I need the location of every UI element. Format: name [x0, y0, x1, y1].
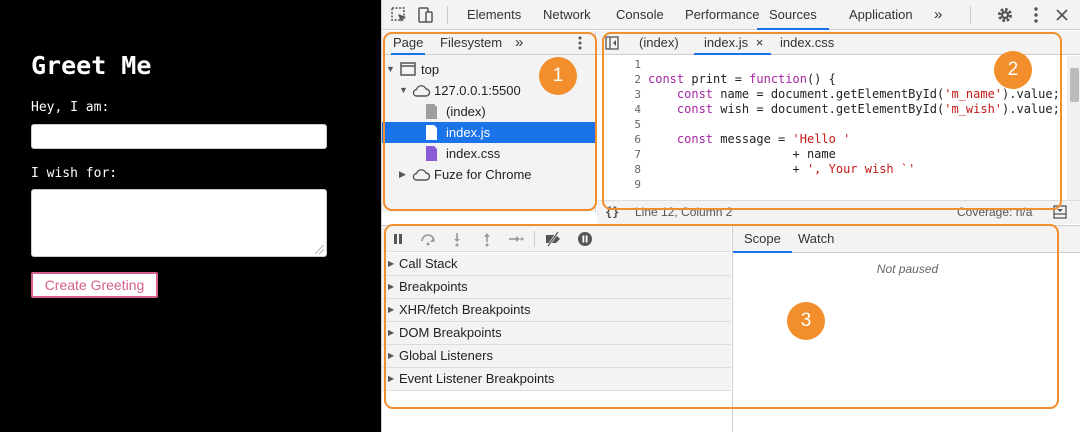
tab-elements[interactable]: Elements [467, 0, 521, 30]
tab-performance[interactable]: Performance [685, 0, 759, 30]
wish-label: I wish for: [31, 166, 118, 181]
kebab-menu-icon[interactable] [1026, 5, 1046, 25]
create-greeting-button[interactable]: Create Greeting [31, 272, 158, 298]
close-icon[interactable] [1052, 5, 1072, 25]
inspect-element-icon[interactable] [389, 5, 409, 25]
scrollbar-thumb[interactable] [1070, 68, 1079, 102]
callout-badge-1: 1 [539, 57, 577, 95]
name-label: Hey, I am: [31, 100, 110, 115]
tab-network[interactable]: Network [543, 0, 591, 30]
web-page-preview: Greet Me Hey, I am: I wish for: Create G… [0, 0, 381, 432]
tab-sources[interactable]: Sources [757, 0, 829, 30]
vertical-scrollbar[interactable] [1067, 56, 1080, 209]
toolbar-divider [970, 6, 971, 24]
callout-box-2 [602, 32, 1062, 210]
name-input[interactable] [31, 124, 327, 149]
callout-badge-3: 3 [787, 302, 825, 340]
more-tabs-chevron-icon[interactable]: » [934, 0, 942, 30]
callout-badge-2: 2 [994, 51, 1032, 89]
wish-textarea[interactable] [31, 189, 327, 257]
callout-box-3 [384, 224, 1059, 409]
tab-console[interactable]: Console [616, 0, 664, 30]
page-title: Greet Me [31, 51, 152, 80]
tab-application[interactable]: Application [849, 0, 913, 30]
gear-icon[interactable] [995, 5, 1015, 25]
devtools-toolbar: Elements Network Console Performance Sou… [382, 0, 1080, 30]
toolbar-divider [447, 6, 448, 24]
device-toolbar-icon[interactable] [415, 5, 435, 25]
resize-grip-icon[interactable] [315, 245, 324, 254]
